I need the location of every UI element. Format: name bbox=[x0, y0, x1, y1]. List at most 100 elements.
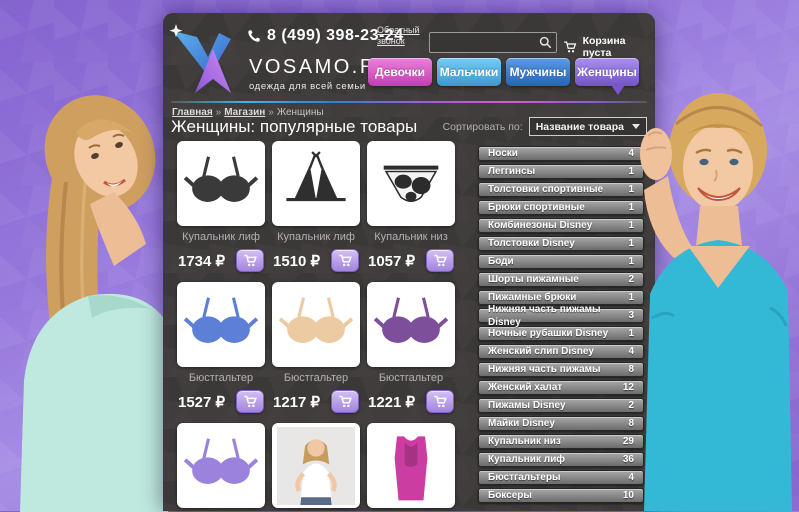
category-item[interactable]: Пижамы Disney 2 bbox=[478, 398, 644, 413]
category-count: 1 bbox=[628, 183, 634, 196]
product-card bbox=[272, 423, 360, 511]
category-item[interactable]: Носки 4 bbox=[478, 146, 644, 161]
category-item[interactable]: Майки Disney 8 bbox=[478, 416, 644, 431]
vosamo-logo-icon[interactable] bbox=[167, 23, 247, 97]
category-label: Нижняя часть пижамы Disney bbox=[488, 303, 628, 329]
product-card: Бюстгальтер 1217 ₽ bbox=[272, 282, 360, 413]
category-count: 1 bbox=[628, 201, 634, 214]
category-label: Ночные рубашки Disney bbox=[488, 327, 608, 340]
callback-link[interactable]: Обратный звонок bbox=[377, 25, 429, 47]
category-count: 4 bbox=[628, 345, 634, 358]
cart-icon bbox=[338, 394, 353, 409]
sort-row: Сортировать по: Название товара bbox=[443, 117, 647, 136]
category-count: 2 bbox=[628, 399, 634, 412]
product-image-black-halter-swim-top[interactable] bbox=[272, 141, 360, 226]
category-label: Нижняя часть пижамы bbox=[488, 363, 601, 376]
category-item[interactable]: Боксеры 10 bbox=[478, 488, 644, 503]
category-label: Леггинсы bbox=[488, 165, 535, 178]
category-label: Боксеры bbox=[488, 489, 532, 502]
product-image-purple-bra[interactable] bbox=[367, 282, 455, 367]
product-image-blue-bra[interactable] bbox=[177, 282, 265, 367]
add-to-cart-button[interactable] bbox=[331, 390, 359, 413]
product-name: Бюстгальтер bbox=[272, 372, 360, 385]
category-label: Комбинезоны Disney bbox=[488, 219, 592, 232]
product-price-row: 1217 ₽ bbox=[272, 390, 360, 413]
product-card: Купальник лиф 1510 ₽ bbox=[272, 141, 360, 272]
category-label: Боди bbox=[488, 255, 514, 268]
category-label: Толстовки Disney bbox=[488, 237, 575, 250]
product-image-black-lace-swim-bra[interactable] bbox=[177, 141, 265, 226]
category-item[interactable]: Толстовки Disney 1 bbox=[478, 236, 644, 251]
category-item[interactable]: Купальник низ 29 bbox=[478, 434, 644, 449]
category-count: 36 bbox=[623, 453, 634, 466]
phone-icon bbox=[247, 29, 261, 43]
product-card: Купальник низ 1057 ₽ bbox=[367, 141, 455, 272]
add-to-cart-button[interactable] bbox=[331, 249, 359, 272]
category-item[interactable]: Комбинезоны Disney 1 bbox=[478, 218, 644, 233]
product-name: Бюстгальтер bbox=[177, 372, 265, 385]
product-price-row: 1057 ₽ bbox=[367, 249, 455, 272]
category-label: Майки Disney bbox=[488, 417, 555, 430]
category-label: Шорты пижамные bbox=[488, 273, 579, 286]
product-image-beige-bra-sketch[interactable] bbox=[272, 282, 360, 367]
store-panel: 8 (499) 398-23-24 Обратный звонок Корзин… bbox=[163, 13, 655, 511]
product-card: Купальник лиф 1734 ₽ bbox=[177, 141, 265, 272]
add-to-cart-button[interactable] bbox=[426, 390, 454, 413]
nav-tab-label: Мужчины bbox=[510, 65, 567, 79]
product-image-lavender-bra[interactable] bbox=[177, 423, 265, 508]
product-card bbox=[367, 423, 455, 511]
category-item[interactable]: Шорты пижамные 2 bbox=[478, 272, 644, 287]
product-price: 1527 ₽ bbox=[178, 393, 225, 411]
search-icon[interactable] bbox=[539, 36, 552, 49]
nav-tab-1[interactable]: Мальчики bbox=[437, 58, 501, 86]
sort-label: Сортировать по: bbox=[443, 121, 523, 133]
nav-tab-3[interactable]: Женщины bbox=[575, 58, 639, 86]
category-count: 1 bbox=[628, 255, 634, 268]
cart-icon bbox=[243, 394, 258, 409]
add-to-cart-button[interactable] bbox=[426, 249, 454, 272]
category-item[interactable]: Нижняя часть пижамы 8 bbox=[478, 362, 644, 377]
product-image-pink-tank-top[interactable] bbox=[367, 423, 455, 508]
category-item[interactable]: Брюки спортивные 1 bbox=[478, 200, 644, 215]
category-count: 29 bbox=[623, 435, 634, 448]
category-item[interactable]: Нижняя часть пижамы Disney 3 bbox=[478, 308, 644, 323]
nav-tab-2[interactable]: Мужчины bbox=[506, 58, 570, 86]
right-model-photo bbox=[638, 78, 799, 511]
sort-dropdown[interactable]: Название товара bbox=[529, 117, 647, 136]
category-label: Женский халат bbox=[488, 381, 562, 394]
add-to-cart-button[interactable] bbox=[236, 249, 264, 272]
dropdown-arrow-icon bbox=[632, 124, 640, 133]
category-label: Брюки спортивные bbox=[488, 201, 585, 214]
category-count: 8 bbox=[628, 417, 634, 430]
category-item[interactable]: Толстовки спортивные 1 bbox=[478, 182, 644, 197]
category-item[interactable]: Бюстгальтеры 4 bbox=[478, 470, 644, 485]
nav-tab-label: Девочки bbox=[375, 65, 425, 79]
header-divider bbox=[171, 101, 647, 103]
product-name: Купальник низ bbox=[367, 231, 455, 244]
product-price: 1510 ₽ bbox=[273, 252, 320, 270]
add-to-cart-button[interactable] bbox=[236, 390, 264, 413]
cart-status-area[interactable]: Корзина пуста bbox=[563, 35, 655, 59]
category-item[interactable]: Купальник лиф 36 bbox=[478, 452, 644, 467]
category-item[interactable]: Женский слип Disney 4 bbox=[478, 344, 644, 359]
category-count: 1 bbox=[628, 165, 634, 178]
cart-status-label: Корзина пуста bbox=[583, 35, 655, 59]
category-item[interactable]: Женский халат 12 bbox=[478, 380, 644, 395]
product-image-black-white-swim-bottom[interactable] bbox=[367, 141, 455, 226]
category-item[interactable]: Леггинсы 1 bbox=[478, 164, 644, 179]
cart-icon bbox=[563, 40, 578, 54]
product-price: 1221 ₽ bbox=[368, 393, 415, 411]
category-count: 12 bbox=[623, 381, 634, 394]
product-name: Купальник лиф bbox=[177, 231, 265, 244]
search-input[interactable] bbox=[434, 36, 539, 50]
category-label: Пижамы Disney bbox=[488, 399, 566, 412]
cart-icon bbox=[433, 253, 448, 268]
nav-tab-0[interactable]: Девочки bbox=[368, 58, 432, 86]
category-count: 8 bbox=[628, 363, 634, 376]
category-item[interactable]: Боди 1 bbox=[478, 254, 644, 269]
category-count: 1 bbox=[628, 291, 634, 304]
cart-icon bbox=[243, 253, 258, 268]
category-count: 2 bbox=[628, 273, 634, 286]
product-image-woman-in-white-tshirt[interactable] bbox=[272, 423, 360, 508]
product-price-row: 1221 ₽ bbox=[367, 390, 455, 413]
